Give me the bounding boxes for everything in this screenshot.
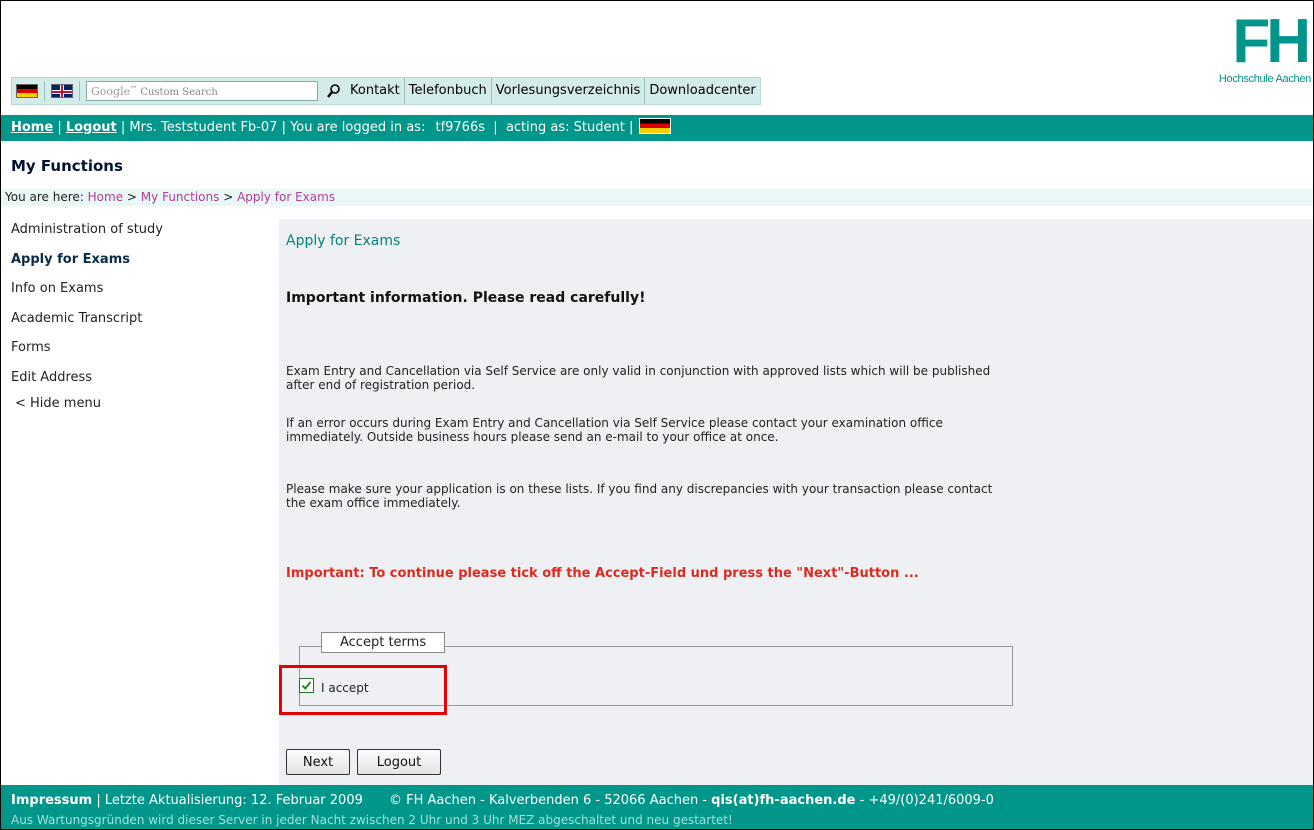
maintenance-notice: Aus Wartungsgründen wird dieser Server i… xyxy=(11,813,733,827)
phone-text: - +49/(0)241/6009-0 xyxy=(859,793,994,808)
sidebar-item-apply-for-exams[interactable]: Apply for Exams xyxy=(11,249,271,279)
sidebar-item-info-on-exams[interactable]: Info on Exams xyxy=(11,278,271,308)
sidebar: Administration of study Apply for Exams … xyxy=(11,219,271,411)
page-title: Apply for Exams xyxy=(286,233,401,249)
german-flag-icon[interactable] xyxy=(16,84,38,98)
contact-email-link[interactable]: qis(at)fh-aachen.de xyxy=(711,793,855,808)
uk-flag-icon[interactable] xyxy=(51,84,73,98)
top-toolbar: Google™ Custom Search Kontakt Telefonbuc… xyxy=(11,77,761,105)
sidebar-item-administration[interactable]: Administration of study xyxy=(11,219,271,249)
divider xyxy=(44,81,45,101)
user-name: Mrs. Teststudent Fb-07 xyxy=(129,120,278,135)
logo-caption: Hochschule Aachen xyxy=(1218,73,1311,85)
breadcrumb-home[interactable]: Home xyxy=(88,190,123,204)
breadcrumb-my-functions[interactable]: My Functions xyxy=(141,190,220,204)
page-frame: Google™ Custom Search Kontakt Telefonbuc… xyxy=(0,0,1314,830)
breadcrumb-current[interactable]: Apply for Exams xyxy=(237,190,335,204)
divider xyxy=(79,81,80,101)
nav-telefonbuch[interactable]: Telefonbuch xyxy=(405,78,492,104)
accept-checkbox[interactable] xyxy=(299,678,314,693)
section-title: My Functions xyxy=(11,157,123,175)
acting-as-label: acting as: Student xyxy=(505,120,625,135)
accept-terms-legend: Accept terms xyxy=(321,632,446,653)
address-text: © FH Aachen - Kalverbenden 6 - 52066 Aac… xyxy=(389,793,708,808)
sidebar-item-academic-transcript[interactable]: Academic Transcript xyxy=(11,308,271,338)
user-bar: Home | Logout | Mrs. Teststudent Fb-07 |… xyxy=(1,115,1313,141)
fh-aachen-logo[interactable]: FH Hochschule Aachen xyxy=(1193,11,1313,101)
nav-vorlesungsverzeichnis[interactable]: Vorlesungsverzeichnis xyxy=(492,78,646,104)
info-paragraph: Please make sure your application is on … xyxy=(286,482,993,510)
info-paragraph: Exam Entry and Cancellation via Self Ser… xyxy=(286,364,991,392)
logo-mark: FH xyxy=(1232,7,1311,76)
logged-in-label: You are logged in as: xyxy=(290,120,426,135)
next-button[interactable]: Next xyxy=(286,749,350,775)
info-paragraph: If an error occurs during Exam Entry and… xyxy=(286,416,943,444)
german-flag-icon[interactable] xyxy=(639,118,672,134)
search-icon xyxy=(327,84,340,98)
accept-warning: Important: To continue please tick off t… xyxy=(286,566,919,581)
breadcrumb: You are here: Home > My Functions > Appl… xyxy=(1,189,1313,206)
accept-label[interactable]: I accept xyxy=(321,681,369,695)
search-input[interactable]: Google™ Custom Search xyxy=(86,81,318,101)
logout-button[interactable]: Logout xyxy=(357,749,441,775)
search-button[interactable] xyxy=(322,78,346,104)
logout-link[interactable]: Logout xyxy=(66,120,117,135)
home-link[interactable]: Home xyxy=(11,120,53,135)
hide-menu-link[interactable]: < Hide menu xyxy=(11,396,271,411)
nav-downloadcenter[interactable]: Downloadcenter xyxy=(645,78,759,104)
last-updated: | Letzte Aktualisierung: 12. Februar 200… xyxy=(96,793,363,808)
sidebar-item-edit-address[interactable]: Edit Address xyxy=(11,367,271,397)
important-heading: Important information. Please read caref… xyxy=(286,290,646,306)
breadcrumb-prefix: You are here: xyxy=(5,190,84,204)
impressum-link[interactable]: Impressum xyxy=(11,793,92,808)
main-content: Apply for Exams Important information. P… xyxy=(279,219,1313,785)
sidebar-item-forms[interactable]: Forms xyxy=(11,337,271,367)
footer: Impressum | Letzte Aktualisierung: 12. F… xyxy=(1,785,1313,829)
checkmark-icon xyxy=(301,681,312,691)
login-id: tf9766s xyxy=(435,120,485,135)
nav-kontakt[interactable]: Kontakt xyxy=(346,78,405,104)
